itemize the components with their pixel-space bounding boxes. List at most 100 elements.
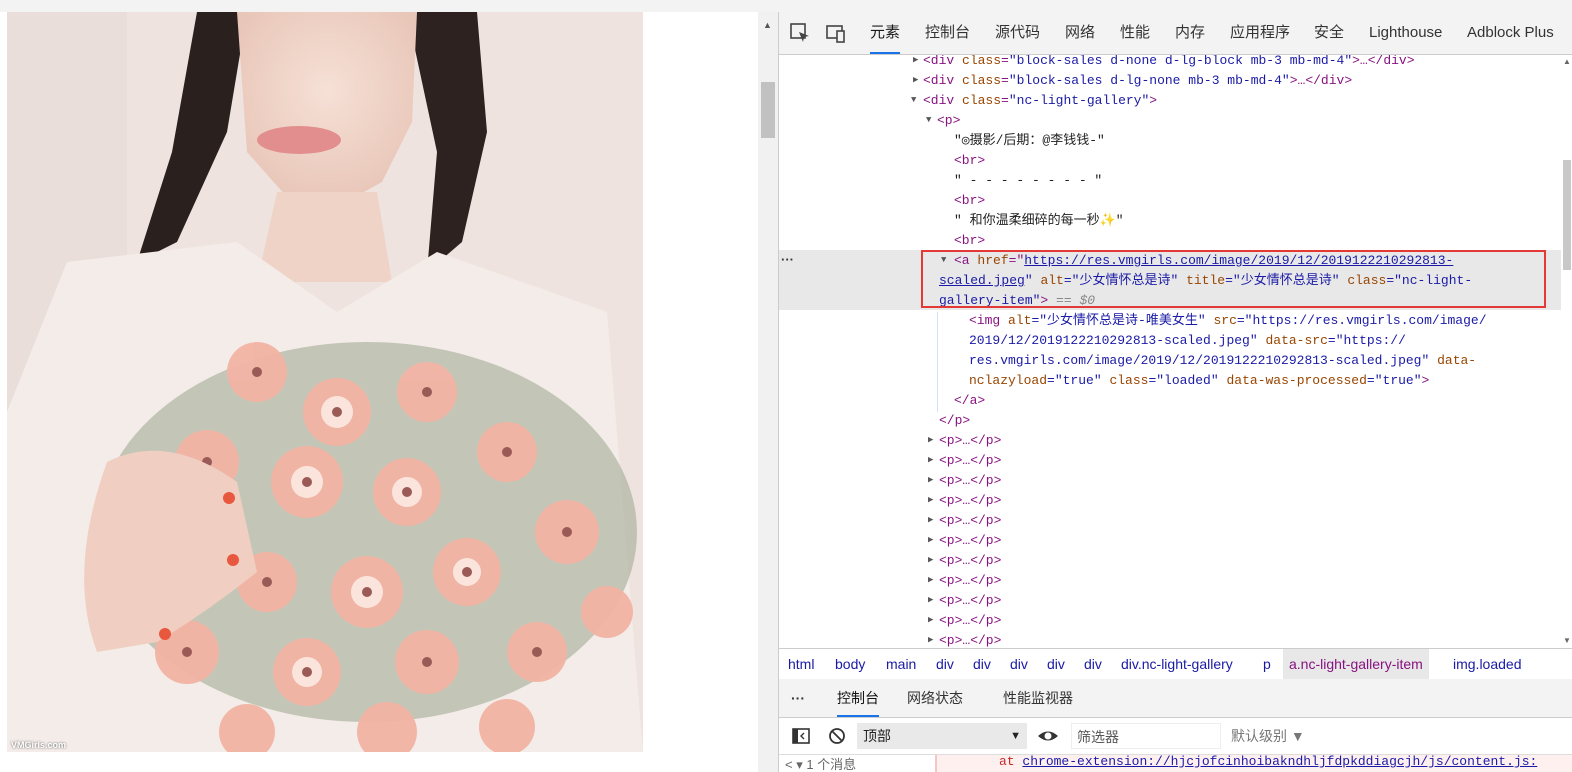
breadcrumb-div[interactable]: div — [1010, 649, 1028, 679]
scroll-down-icon[interactable]: ▼ — [1563, 636, 1571, 645]
log-level-select[interactable]: 默认级别 ▼ — [1231, 723, 1305, 749]
dom-node-br[interactable]: <br> — [954, 231, 985, 251]
devtools-tabbar: 元素 控制台 源代码 网络 性能 内存 应用程序 安全 Lighthouse A… — [779, 12, 1572, 55]
dom-tree-scrollbar[interactable]: ▲ ▼ — [1561, 55, 1572, 647]
dom-node-p-collapsed[interactable]: <p>…</p> — [939, 531, 1001, 551]
expand-triangle-icon[interactable]: ▶ — [928, 615, 933, 625]
dom-node-img-line1[interactable]: <img alt="少女情怀总是诗-唯美女生" src="https://res… — [969, 311, 1487, 331]
expand-triangle-icon[interactable]: ▶ — [928, 595, 933, 605]
dom-node-p-collapsed[interactable]: <p>…</p> — [939, 511, 1001, 531]
dom-node-p-collapsed[interactable]: <p>…</p> — [939, 591, 1001, 611]
expand-triangle-icon[interactable]: ▶ — [928, 555, 933, 565]
dom-node-br[interactable]: <br> — [954, 151, 985, 171]
breadcrumb-div[interactable]: div — [1084, 649, 1102, 679]
expand-triangle-icon[interactable]: ▶ — [913, 75, 918, 85]
breadcrumb-div-nc-light-gallery[interactable]: div.nc-light-gallery — [1121, 649, 1233, 679]
tab-memory[interactable]: 内存 — [1175, 12, 1205, 54]
breadcrumb-html[interactable]: html — [788, 649, 814, 679]
breadcrumb-img-loaded[interactable]: img.loaded — [1453, 649, 1522, 679]
console-message-count[interactable]: < ▾ 1 个消息 — [785, 755, 856, 772]
expand-triangle-icon[interactable]: ▶ — [928, 535, 933, 545]
drawer-more-icon[interactable]: ··· — [791, 679, 805, 717]
console-toolbar: 顶部 ▼ 筛选器 默认级别 ▼ — [779, 718, 1572, 755]
page-scrollbar[interactable]: ▲ — [758, 12, 778, 772]
tree-indent-guide — [937, 312, 938, 412]
tab-network[interactable]: 网络 — [1065, 12, 1095, 54]
collapse-triangle-icon[interactable]: ▼ — [911, 95, 916, 105]
dom-node-img-line3[interactable]: res.vmgirls.com/image/2019/12/2019122210… — [969, 351, 1476, 371]
dom-node-a-close[interactable]: </a> — [954, 391, 985, 411]
scroll-up-icon[interactable]: ▲ — [763, 20, 772, 30]
expand-triangle-icon[interactable]: ▶ — [928, 475, 933, 485]
selection-highlight-box — [921, 250, 1546, 308]
expand-triangle-icon[interactable]: ▶ — [928, 635, 933, 645]
drawer-tabbar: ··· 控制台 网络状态 性能监视器 — [779, 679, 1572, 718]
expand-triangle-icon[interactable]: ▶ — [928, 495, 933, 505]
page-viewport: VMGirls.com — [0, 12, 758, 772]
devtools-panel: 元素 控制台 源代码 网络 性能 内存 应用程序 安全 Lighthouse A… — [778, 12, 1572, 772]
dom-node-p-collapsed[interactable]: <p>…</p> — [939, 451, 1001, 471]
expand-triangle-icon[interactable]: ▶ — [928, 455, 933, 465]
tab-performance[interactable]: 性能 — [1120, 12, 1150, 54]
dom-node-br[interactable]: <br> — [954, 191, 985, 211]
dom-node-p-collapsed[interactable]: <p>…</p> — [939, 491, 1001, 511]
dom-text-dashes[interactable]: " - - - - - - - - " — [954, 171, 1102, 191]
tab-elements[interactable]: 元素 — [870, 12, 901, 54]
console-message: < ▾ 1 个消息 at chrome-extension://hjcjofci… — [779, 755, 1572, 772]
dom-node-img-line2[interactable]: 2019/12/2019122210292813-scaled.jpeg" da… — [969, 331, 1406, 351]
breadcrumb-div[interactable]: div — [973, 649, 991, 679]
breadcrumb-div[interactable]: div — [936, 649, 954, 679]
chevron-down-icon: ▼ — [1010, 730, 1021, 742]
dom-node-block-sales-2[interactable]: <div class="block-sales d-lg-none mb-3 m… — [923, 71, 1352, 91]
page-scroll-thumb[interactable] — [761, 82, 775, 138]
dom-node-p[interactable]: <p> — [937, 111, 960, 131]
dom-node-p-collapsed[interactable]: <p>…</p> — [939, 631, 1001, 647]
filter-input[interactable]: 筛选器 — [1071, 723, 1221, 749]
dom-node-p-collapsed[interactable]: <p>…</p> — [939, 431, 1001, 451]
tab-application[interactable]: 应用程序 — [1230, 12, 1290, 54]
dom-node-p-collapsed[interactable]: <p>…</p> — [939, 611, 1001, 631]
context-select[interactable]: 顶部 ▼ — [857, 723, 1027, 749]
expand-triangle-icon[interactable]: ▶ — [928, 435, 933, 445]
drawer-tab-performance-monitor[interactable]: 性能监视器 — [1003, 679, 1073, 717]
dom-text-photographer[interactable]: "◎摄影/后期：@李钱钱-" — [954, 131, 1105, 151]
photo-watermark: VMGirls.com — [11, 740, 67, 750]
gallery-photo[interactable]: VMGirls.com — [7, 12, 643, 752]
dom-node-p-collapsed[interactable]: <p>…</p> — [939, 571, 1001, 591]
breadcrumb-main[interactable]: main — [886, 649, 916, 679]
dom-node-p-collapsed[interactable]: <p>…</p> — [939, 471, 1001, 491]
breadcrumb-p[interactable]: p — [1263, 649, 1271, 679]
tab-console[interactable]: 控制台 — [925, 12, 970, 54]
dom-node-p-collapsed[interactable]: <p>…</p> — [939, 551, 1001, 571]
dom-node-block-sales-1[interactable]: <div class="block-sales d-none d-lg-bloc… — [923, 55, 1415, 71]
device-toolbar-icon[interactable] — [825, 22, 847, 44]
tab-sources[interactable]: 源代码 — [995, 12, 1040, 54]
breadcrumb-a-nc-light-gallery-item[interactable]: a.nc-light-gallery-item — [1283, 649, 1429, 679]
clear-console-icon[interactable] — [827, 726, 847, 749]
inspect-element-icon[interactable] — [789, 22, 811, 44]
tab-security[interactable]: 安全 — [1314, 12, 1344, 54]
tab-adblock-plus[interactable]: Adblock Plus — [1467, 12, 1554, 54]
dom-node-img-line4[interactable]: nclazyload="true" class="loaded" data-wa… — [969, 371, 1429, 391]
dom-text-caption[interactable]: " 和你温柔细碎的每一秒✨" — [954, 211, 1124, 231]
expand-triangle-icon[interactable]: ▶ — [928, 575, 933, 585]
live-expression-eye-icon[interactable] — [1037, 726, 1059, 749]
console-source-link[interactable]: chrome-extension://hjcjofcinhoibakndhljf… — [1022, 755, 1537, 769]
console-stack-frame: at chrome-extension://hjcjofcinhoibakndh… — [999, 755, 1538, 769]
context-select-value: 顶部 — [863, 728, 891, 744]
scroll-up-icon[interactable]: ▲ — [1563, 57, 1571, 66]
tab-lighthouse[interactable]: Lighthouse — [1369, 12, 1442, 54]
drawer-tab-network-conditions[interactable]: 网络状态 — [907, 679, 963, 717]
dom-node-p-close[interactable]: </p> — [939, 411, 970, 431]
drawer-tab-console[interactable]: 控制台 — [837, 679, 879, 717]
node-more-icon[interactable]: ··· — [781, 252, 794, 267]
expand-triangle-icon[interactable]: ▶ — [913, 55, 918, 65]
photo-illustration — [7, 12, 643, 752]
expand-triangle-icon[interactable]: ▶ — [928, 515, 933, 525]
collapse-triangle-icon[interactable]: ▼ — [926, 115, 931, 125]
breadcrumb-div[interactable]: div — [1047, 649, 1065, 679]
breadcrumb-body[interactable]: body — [835, 649, 865, 679]
dom-tree-scroll-thumb[interactable] — [1563, 160, 1571, 270]
sidebar-toggle-icon[interactable] — [791, 726, 811, 749]
dom-node-nc-light-gallery[interactable]: <div class="nc-light-gallery"> — [923, 91, 1157, 111]
